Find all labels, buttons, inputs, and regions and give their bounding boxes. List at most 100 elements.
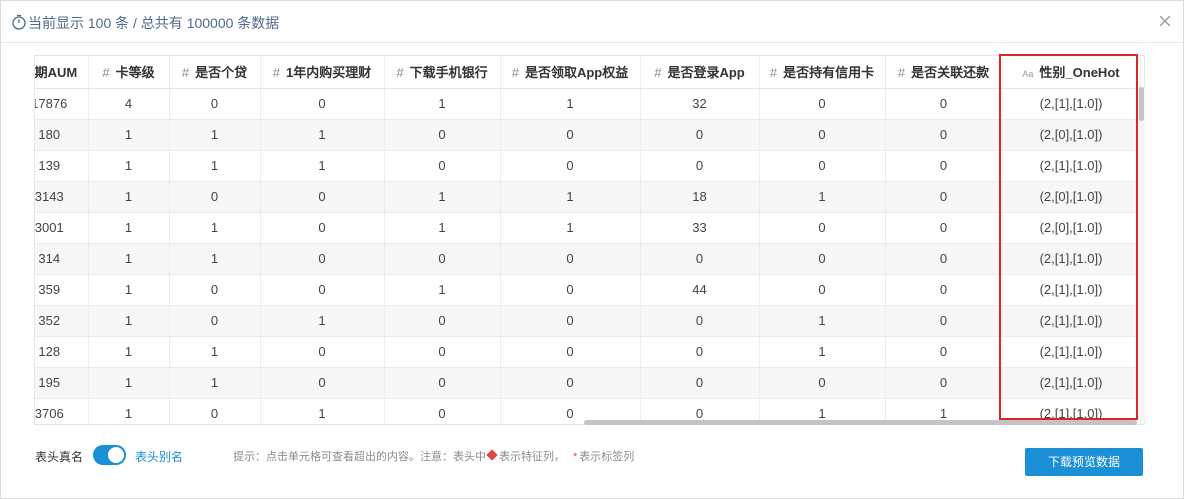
table-cell[interactable]: 0	[500, 305, 641, 337]
table-cell[interactable]: 314	[35, 243, 89, 275]
table-cell[interactable]: 0	[169, 398, 261, 424]
table-cell[interactable]: 0	[759, 367, 886, 399]
table-cell[interactable]: 1	[88, 119, 170, 151]
table-cell[interactable]: 1	[759, 336, 886, 368]
table-cell[interactable]: 1	[88, 212, 170, 244]
table-cell[interactable]: 3143	[35, 181, 89, 213]
table-cell[interactable]: 1	[759, 305, 886, 337]
table-cell[interactable]: 0	[759, 274, 886, 306]
table-cell[interactable]: 0	[885, 150, 1003, 182]
table-cell[interactable]: 0	[885, 119, 1003, 151]
table-cell[interactable]: 0	[640, 367, 760, 399]
table-cell[interactable]: 0	[260, 336, 385, 368]
table-cell[interactable]: 0	[885, 212, 1003, 244]
table-cell[interactable]: 44	[640, 274, 760, 306]
table-cell[interactable]: 0	[885, 305, 1003, 337]
table-cell[interactable]: 1	[500, 88, 641, 120]
table-cell[interactable]: 0	[260, 181, 385, 213]
table-cell[interactable]: 0	[759, 212, 886, 244]
table-cell[interactable]: (2,[1],[1.0])	[1002, 274, 1141, 306]
table-cell[interactable]: 359	[35, 274, 89, 306]
table-cell[interactable]: 0	[169, 305, 261, 337]
table-cell[interactable]: 0	[260, 243, 385, 275]
table-cell[interactable]: 1	[500, 181, 641, 213]
table-cell[interactable]: 0	[885, 367, 1003, 399]
table-cell[interactable]: 0	[500, 119, 641, 151]
column-header[interactable]: #期AUM	[35, 56, 89, 89]
table-cell[interactable]: 128	[35, 336, 89, 368]
table-cell[interactable]: 0	[260, 367, 385, 399]
table-cell[interactable]: 1	[88, 181, 170, 213]
table-cell[interactable]: 0	[759, 150, 886, 182]
table-cell[interactable]: 4	[88, 88, 170, 120]
table-cell[interactable]: 1	[88, 243, 170, 275]
header-alias-toggle[interactable]	[93, 445, 126, 465]
table-cell[interactable]: 352	[35, 305, 89, 337]
vertical-scrollbar-track[interactable]	[1138, 87, 1145, 420]
table-cell[interactable]: 1	[169, 119, 261, 151]
table-cell[interactable]: 0	[260, 274, 385, 306]
table-cell[interactable]: 0	[500, 150, 641, 182]
column-header[interactable]: # 是否登录App	[640, 56, 760, 89]
table-cell[interactable]: 139	[35, 150, 89, 182]
table-cell[interactable]: 0	[640, 243, 760, 275]
table-cell[interactable]: 1	[88, 150, 170, 182]
table-cell[interactable]: (2,[1],[1.0])	[1002, 336, 1141, 368]
table-cell[interactable]: 0	[885, 181, 1003, 213]
column-header[interactable]: # 是否持有信用卡	[759, 56, 886, 89]
table-cell[interactable]: 0	[640, 336, 760, 368]
table-cell[interactable]: 1	[384, 88, 501, 120]
table-cell[interactable]: 180	[35, 119, 89, 151]
table-cell[interactable]: 1	[384, 274, 501, 306]
table-cell[interactable]: 1	[759, 181, 886, 213]
table-cell[interactable]: 1	[260, 150, 385, 182]
table-cell[interactable]: 1	[88, 367, 170, 399]
table-cell[interactable]: 0	[260, 212, 385, 244]
column-header[interactable]: # 下载手机银行	[384, 56, 501, 89]
table-cell[interactable]: 33	[640, 212, 760, 244]
table-cell[interactable]: (2,[1],[1.0])	[1002, 88, 1141, 120]
table-cell[interactable]: 0	[169, 88, 261, 120]
table-cell[interactable]: 0	[759, 119, 886, 151]
column-header[interactable]: # 卡等级	[88, 56, 170, 89]
horizontal-scrollbar[interactable]	[584, 420, 1137, 425]
table-cell[interactable]: 1	[88, 274, 170, 306]
table-cell[interactable]: 0	[384, 305, 501, 337]
table-cell[interactable]: 1	[169, 243, 261, 275]
table-cell[interactable]: 0	[500, 367, 641, 399]
table-cell[interactable]: 1	[260, 119, 385, 151]
column-header[interactable]: # 是否个贷	[169, 56, 261, 89]
table-cell[interactable]: 195	[35, 367, 89, 399]
table-cell[interactable]: (2,[0],[1.0])	[1002, 181, 1141, 213]
table-cell[interactable]: 0	[384, 243, 501, 275]
table-cell[interactable]: 1	[384, 212, 501, 244]
table-cell[interactable]: (2,[1],[1.0])	[1002, 150, 1141, 182]
table-cell[interactable]: 1	[500, 212, 641, 244]
table-cell[interactable]: (2,[1],[1.0])	[1002, 367, 1141, 399]
table-cell[interactable]: (2,[0],[1.0])	[1002, 212, 1141, 244]
table-cell[interactable]: (2,[0],[1.0])	[1002, 119, 1141, 151]
table-cell[interactable]: 0	[500, 274, 641, 306]
table-cell[interactable]: 1	[169, 367, 261, 399]
table-cell[interactable]: 1	[260, 398, 385, 424]
table-cell[interactable]: 0	[500, 243, 641, 275]
column-header[interactable]: Aa 性别_OneHot	[1002, 56, 1141, 89]
table-cell[interactable]: 0	[885, 88, 1003, 120]
table-cell[interactable]: 0	[640, 119, 760, 151]
table-cell[interactable]: 32	[640, 88, 760, 120]
data-table-viewport[interactable]: #期AUM#卡等级#是否个贷#1年内购买理财#下载手机银行#是否领取App权益#…	[34, 55, 1145, 425]
table-cell[interactable]: 0	[384, 150, 501, 182]
table-cell[interactable]: 0	[640, 305, 760, 337]
close-icon[interactable]	[1157, 13, 1173, 29]
table-cell[interactable]: 0	[640, 150, 760, 182]
table-cell[interactable]: 1	[169, 336, 261, 368]
table-cell[interactable]: 1	[88, 336, 170, 368]
table-cell[interactable]: 0	[384, 119, 501, 151]
table-cell[interactable]: 0	[260, 88, 385, 120]
table-cell[interactable]: 0	[384, 398, 501, 424]
table-cell[interactable]: 1	[260, 305, 385, 337]
table-cell[interactable]: (2,[1],[1.0])	[1002, 305, 1141, 337]
table-cell[interactable]: 0	[384, 367, 501, 399]
table-cell[interactable]: 0	[885, 243, 1003, 275]
table-cell[interactable]: 0	[759, 243, 886, 275]
